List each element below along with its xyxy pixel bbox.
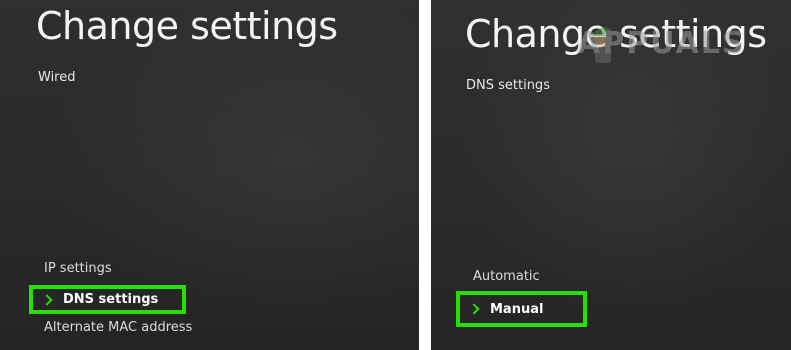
menu-item-label: Manual — [490, 301, 544, 317]
left-settings-screen: Change settings Wired IP settings DNS se… — [0, 0, 419, 350]
chevron-right-icon — [468, 303, 480, 315]
appuals-watermark: APPUALS — [555, 18, 775, 68]
comparison-image: Change settings Wired IP settings DNS se… — [0, 0, 791, 350]
menu-item-ip-settings[interactable]: IP settings — [44, 261, 112, 276]
connection-type-label: Wired — [38, 70, 76, 85]
section-label: DNS settings — [466, 78, 550, 93]
watermark-text: APPUALS — [577, 26, 746, 61]
menu-item-dns-settings[interactable]: DNS settings — [29, 285, 186, 314]
chevron-right-icon — [41, 293, 53, 306]
menu-item-manual[interactable]: Manual — [456, 291, 587, 327]
page-title: Change settings — [36, 4, 338, 48]
menu-item-label: DNS settings — [63, 292, 159, 307]
menu-item-automatic[interactable]: Automatic — [473, 269, 540, 284]
menu-item-alternate-mac-address[interactable]: Alternate MAC address — [44, 320, 192, 335]
